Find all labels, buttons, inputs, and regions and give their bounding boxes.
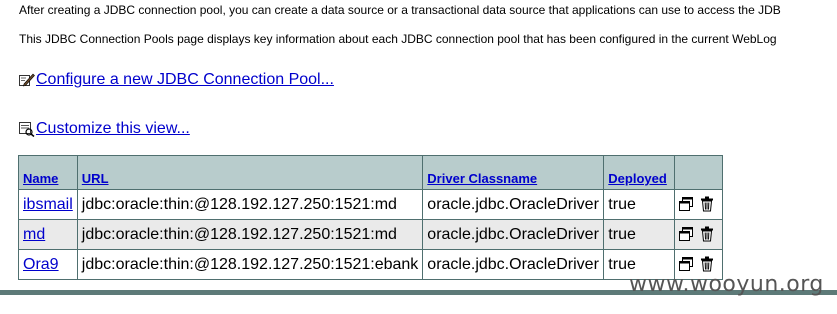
cell-driver: oracle.jdbc.OracleDriver <box>422 219 605 250</box>
column-header-driver-classname[interactable]: Driver Classname <box>422 155 605 190</box>
cell-url: jdbc:oracle:thin:@128.192.127.250:1521:m… <box>76 189 424 220</box>
watermark-text: www.wooyun.org <box>629 272 824 297</box>
customize-view-icon[interactable] <box>18 121 35 137</box>
clone-icon[interactable] <box>678 196 694 212</box>
cell-deployed: true <box>603 219 676 250</box>
configure-new-pool-link-row: Configure a new JDBC Connection Pool... <box>18 71 334 89</box>
edit-pencil-icon[interactable] <box>18 72 35 88</box>
cell-deployed: true <box>603 189 676 220</box>
table-row: ibsmail jdbc:oracle:thin:@128.192.127.25… <box>18 189 724 220</box>
cell-actions <box>674 219 724 250</box>
table-header-row: Name URL Driver Classname Deployed <box>18 155 724 190</box>
column-header-actions <box>674 155 724 190</box>
cell-url: jdbc:oracle:thin:@128.192.127.250:1521:m… <box>76 219 424 250</box>
pool-name-link[interactable]: Ora9 <box>23 256 59 273</box>
table-row: Ora9 jdbc:oracle:thin:@128.192.127.250:1… <box>18 249 724 280</box>
customize-view-link[interactable]: Customize this view... <box>36 120 190 138</box>
delete-trash-icon[interactable] <box>699 196 715 212</box>
jdbc-pools-table: Name URL Driver Classname Deployed ibsma… <box>18 155 724 280</box>
cell-actions <box>674 189 724 220</box>
pool-name-link[interactable]: md <box>23 226 45 243</box>
customize-view-link-row: Customize this view... <box>18 120 190 138</box>
configure-new-pool-link[interactable]: Configure a new JDBC Connection Pool... <box>36 71 334 89</box>
pool-name-link[interactable]: ibsmail <box>23 196 73 213</box>
delete-trash-icon[interactable] <box>699 226 715 242</box>
cell-driver: oracle.jdbc.OracleDriver <box>422 249 605 280</box>
cell-name: md <box>18 219 78 250</box>
delete-trash-icon[interactable] <box>699 256 715 272</box>
column-header-url[interactable]: URL <box>76 155 424 190</box>
clone-icon[interactable] <box>678 256 694 272</box>
cell-url: jdbc:oracle:thin:@128.192.127.250:1521:e… <box>76 249 424 280</box>
column-header-deployed[interactable]: Deployed <box>603 155 676 190</box>
clone-icon[interactable] <box>678 226 694 242</box>
intro-text-line-1: After creating a JDBC connection pool, y… <box>19 3 781 17</box>
cell-name: Ora9 <box>18 249 78 280</box>
cell-name: ibsmail <box>18 189 78 220</box>
column-header-name[interactable]: Name <box>18 155 78 190</box>
intro-text-line-2: This JDBC Connection Pools page displays… <box>19 32 777 46</box>
cell-driver: oracle.jdbc.OracleDriver <box>422 189 605 220</box>
table-row: md jdbc:oracle:thin:@128.192.127.250:152… <box>18 219 724 250</box>
